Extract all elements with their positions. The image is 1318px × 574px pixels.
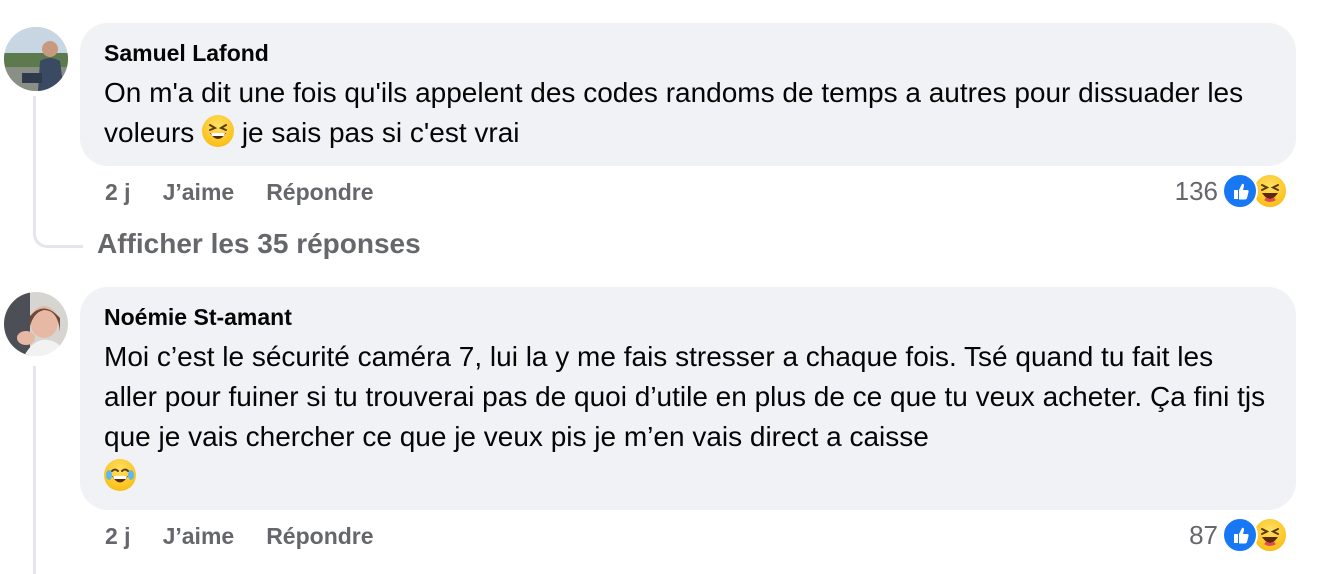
reaction-summary[interactable]: 136 xyxy=(1175,173,1288,209)
comment-actions: 2 j J’aime Répondre xyxy=(105,523,406,550)
grinning-squinting-face-emoji xyxy=(202,115,235,147)
comment-bubble: Noémie St-amant Moi c’est le sécurité ca… xyxy=(80,287,1296,510)
like-button[interactable]: J’aime xyxy=(163,523,235,550)
reaction-summary[interactable]: 87 xyxy=(1189,517,1288,553)
like-icon xyxy=(1222,517,1258,553)
comment-author[interactable]: Noémie St-amant xyxy=(104,303,292,331)
reply-button[interactable]: Répondre xyxy=(266,523,373,550)
comment-author[interactable]: Samuel Lafond xyxy=(104,39,269,67)
comment-actions: 2 j J’aime Répondre xyxy=(105,179,406,206)
thread-connector xyxy=(33,218,83,248)
like-icon xyxy=(1222,173,1258,209)
reaction-count: 87 xyxy=(1189,519,1218,550)
comment-bubble: Samuel Lafond On m'a dit une fois qu'ils… xyxy=(80,23,1296,166)
avatar[interactable] xyxy=(4,292,68,356)
comment-text-part: je sais pas si c'est vrai xyxy=(234,117,520,148)
comment-text: On m'a dit une fois qu'ils appelent des … xyxy=(104,73,1272,153)
comment-text-part: Moi c’est le sécurité caméra 7, lui la y… xyxy=(104,341,1266,452)
show-replies-link[interactable]: Afficher les 35 réponses xyxy=(97,228,421,260)
thread-line xyxy=(33,366,36,574)
comment-time[interactable]: 2 j xyxy=(105,523,131,550)
reply-button[interactable]: Répondre xyxy=(266,179,373,206)
thread-line xyxy=(33,96,36,218)
comment-text: Moi c’est le sécurité caméra 7, lui la y… xyxy=(104,337,1272,497)
like-button[interactable]: J’aime xyxy=(163,179,235,206)
avatar[interactable] xyxy=(4,27,68,91)
comment-time[interactable]: 2 j xyxy=(105,179,131,206)
laughing-tears-emoji xyxy=(104,459,136,491)
reaction-count: 136 xyxy=(1174,175,1218,206)
